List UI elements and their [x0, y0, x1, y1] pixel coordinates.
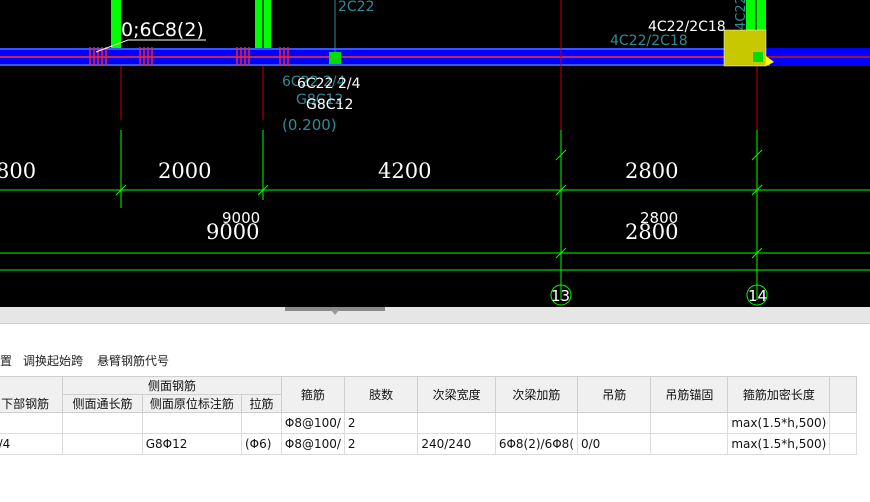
col-header[interactable]: 箍筋	[280, 376, 345, 413]
table-cell[interactable]	[141, 412, 243, 434]
table-cell[interactable]: (Φ6)	[241, 433, 282, 455]
axis-label-14: 14	[748, 287, 767, 305]
table-cell[interactable]: 0/0	[576, 433, 652, 455]
table-cell[interactable]: G8Φ12	[141, 433, 243, 455]
table-cell[interactable]	[650, 433, 729, 455]
chevron-down-icon[interactable]	[331, 310, 339, 315]
table-cell[interactable]: Φ8@100/	[280, 412, 345, 434]
col-header[interactable]: 次梁加筋	[494, 376, 579, 413]
col-header[interactable]: 下部钢筋	[0, 376, 64, 413]
panel-splitter[interactable]	[0, 307, 870, 324]
mid-side-label[interactable]: G8C12	[306, 97, 353, 113]
table-row[interactable]: 2/4 G8Φ12 (Φ6) Φ8@100/ 2 240/240 6Φ8(2)/…	[0, 433, 857, 455]
col-header[interactable]: 吊筋	[576, 376, 652, 413]
table-cell[interactable]	[829, 433, 857, 455]
table-cell[interactable]	[0, 412, 64, 434]
cad-drawing-canvas[interactable]: 0;6C8(2) 2C22 4C22/2C18 4C22/2C18 4C22 6…	[0, 0, 870, 307]
table-cell[interactable]	[241, 412, 282, 434]
column-left-a	[111, 0, 121, 48]
table-cell[interactable]	[417, 412, 496, 434]
swap-start-span-button[interactable]: 调换起始跨	[23, 352, 83, 369]
table-cell[interactable]	[829, 412, 857, 434]
table-cell[interactable]: max(1.5*h,500)	[727, 412, 831, 434]
rebar-table: 下部钢筋 侧面钢筋 箍筋 肢数 次梁宽度 次梁加筋 吊筋 吊筋锚固 箍筋加密长度…	[0, 376, 870, 502]
mid-rebar-label[interactable]: 6C22 2/4	[297, 76, 361, 92]
dim-label: 2800	[625, 159, 678, 183]
table-row[interactable]: Φ8@100/ 2 max(1.5*h,500)	[0, 412, 857, 434]
col-header[interactable]: 次梁宽度	[417, 376, 496, 413]
col-header[interactable]: 肢数	[343, 376, 419, 413]
dim-label: 2000	[158, 159, 211, 183]
cantilever-code-button[interactable]: 悬臂钢筋代号	[97, 352, 169, 369]
right-vertical-label: 4C22	[734, 0, 749, 30]
col-header-empty	[829, 376, 857, 413]
table-cell[interactable]: 2	[343, 433, 419, 455]
beam-span-label[interactable]: 0;6C8(2)	[121, 19, 204, 41]
grip-point[interactable]	[329, 52, 341, 64]
table-cell[interactable]: 2	[343, 412, 419, 434]
table-cell[interactable]	[494, 412, 579, 434]
col-header[interactable]: 拉筋	[241, 394, 282, 413]
dim-total-outline: 9000	[206, 220, 259, 244]
panel-toolbar: 置 调换起始跨 悬臂钢筋代号	[0, 348, 870, 370]
table-cell[interactable]: max(1.5*h,500)	[727, 433, 831, 455]
table-cell[interactable]	[62, 412, 143, 434]
col-group-header: 侧面钢筋	[62, 376, 282, 395]
table-cell[interactable]	[650, 412, 729, 434]
col-header[interactable]: 吊筋锚固	[650, 376, 729, 413]
rebar-table-panel: 置 调换起始跨 悬臂钢筋代号 下部钢筋 侧面钢筋 箍筋 肢数 次梁宽度 次梁加筋…	[0, 324, 870, 502]
dim-total-outline: 2800	[625, 220, 678, 244]
mid-elevation-label: (0.200)	[282, 116, 337, 134]
top-rebar-clip-label: 2C22	[338, 0, 375, 15]
settings-button[interactable]: 置	[0, 352, 12, 369]
col-header[interactable]: 侧面通长筋	[62, 394, 143, 413]
axis-label-13: 13	[551, 287, 570, 305]
table-cell[interactable]: 6Φ8(2)/6Φ8(	[494, 433, 579, 455]
col-header[interactable]: 侧面原位标注筋	[141, 394, 243, 413]
dim-label: 4200	[378, 159, 431, 183]
grip-point[interactable]	[753, 52, 763, 62]
table-cell[interactable]: 240/240	[417, 433, 496, 455]
table-cell[interactable]	[62, 433, 143, 455]
table-cell[interactable]	[576, 412, 652, 434]
table-cell[interactable]: 2/4	[0, 433, 64, 455]
dim-label: 800	[0, 159, 36, 183]
col-header[interactable]: 箍筋加密长度	[727, 376, 831, 413]
table-cell[interactable]: Φ8@100/	[280, 433, 345, 455]
right-rebar-cyan-label: 4C22/2C18	[610, 33, 688, 49]
